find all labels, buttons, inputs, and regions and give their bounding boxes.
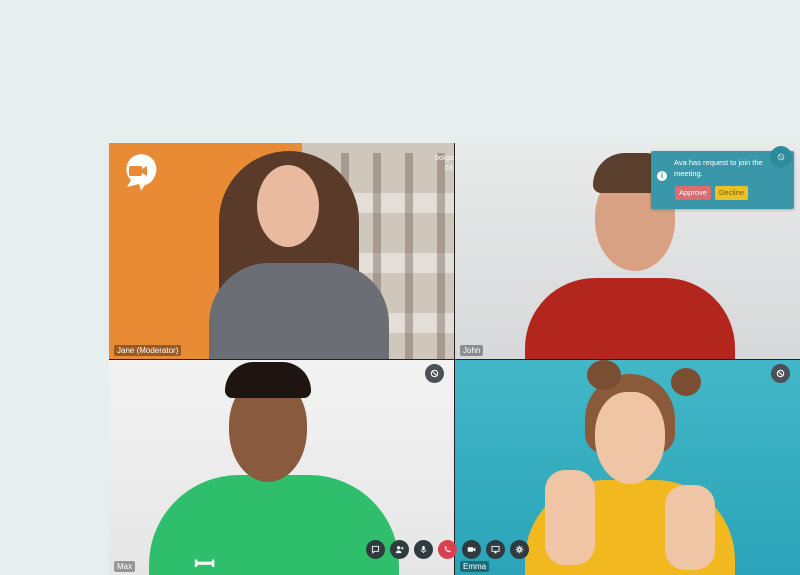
- video-button[interactable]: [462, 540, 481, 559]
- meeting-id: 9olgs9gu0k: [434, 153, 454, 162]
- chat-button[interactable]: [366, 540, 385, 559]
- settings-gear-icon: [515, 545, 524, 554]
- shirt-print: ꟷ: [194, 549, 217, 575]
- close-notification-icon[interactable]: [770, 146, 792, 168]
- screen-share-button[interactable]: [486, 540, 505, 559]
- join-request-notification: i Ava has request to join the meeting. A…: [651, 146, 794, 209]
- participant-video-face: [595, 392, 665, 484]
- chat-icon: [371, 545, 380, 554]
- end-call-button[interactable]: [438, 540, 457, 559]
- decline-button[interactable]: Decline: [715, 186, 749, 200]
- participant-video-hand: [665, 485, 715, 570]
- notification-message: Ava has request to join the meeting.: [674, 158, 763, 178]
- participant-name-john: John: [460, 345, 484, 356]
- participant-video-hair-bun: [587, 360, 621, 390]
- settings-button[interactable]: [510, 540, 529, 559]
- participant-video-body: [149, 475, 399, 575]
- participant-name-jane: Jane (Moderator): [114, 345, 182, 356]
- app-logo-icon: [117, 151, 159, 193]
- participant-video-hand: [545, 470, 595, 565]
- add-user-button[interactable]: [390, 540, 409, 559]
- participant-name-emma: Emma: [460, 561, 490, 572]
- meeting-info: 9olgs9gu0k 03:14: [434, 153, 454, 173]
- microphone-button[interactable]: [414, 540, 433, 559]
- video-off-icon[interactable]: [425, 364, 444, 383]
- screen-share-icon: [491, 545, 500, 554]
- participant-video-face: [257, 165, 319, 247]
- add-user-icon: [395, 546, 404, 554]
- meeting-timer: 03:14: [444, 163, 454, 172]
- video-off-icon[interactable]: [771, 364, 790, 383]
- participant-name-max: Max: [114, 561, 136, 572]
- info-icon: i: [657, 171, 667, 181]
- video-camera-icon: [467, 547, 476, 552]
- microphone-icon: [420, 545, 427, 554]
- approve-button[interactable]: Approve: [675, 186, 711, 200]
- participant-video-hair: [225, 362, 311, 398]
- participant-video-hair-bun: [671, 368, 701, 396]
- call-toolbar: [366, 540, 529, 559]
- end-call-icon: [444, 546, 451, 553]
- participant-video-body: [209, 263, 389, 359]
- participant-video-body: [525, 278, 735, 359]
- video-tile-jane[interactable]: 9olgs9gu0k 03:14 Jane (Moderator): [109, 143, 454, 359]
